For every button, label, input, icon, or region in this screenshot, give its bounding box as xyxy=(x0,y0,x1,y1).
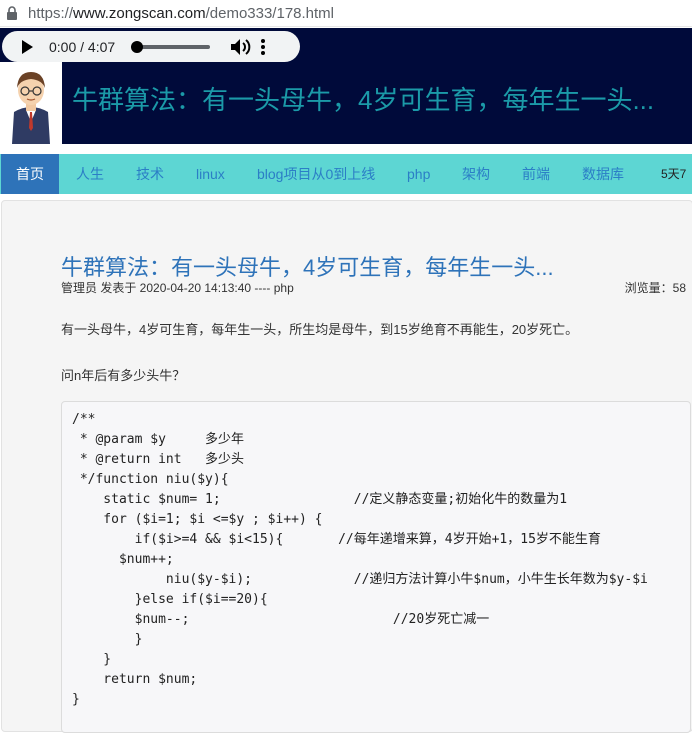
banner-title: 牛群算法：有一头母牛，4岁可生育，每年生一头... xyxy=(72,85,655,115)
code-line: for ($i=1; $i <=$y ; $i++) { xyxy=(72,512,323,527)
nav-item-php[interactable]: php xyxy=(407,154,430,194)
nav-side-text: 5天7 xyxy=(661,167,687,181)
nav-item-architecture[interactable]: 架构 xyxy=(462,154,490,194)
code-line: } xyxy=(72,632,143,647)
audio-time: 0:00 / 4:07 xyxy=(49,38,116,55)
nav-item-database[interactable]: 数据库 xyxy=(582,154,624,194)
nav-item-linux[interactable]: linux xyxy=(196,154,225,194)
code-line: }else if($i==20){ xyxy=(72,592,268,607)
main-nav: 首页 人生 技术 linux blog项目从0到上线 php 架构 前端 数据库… xyxy=(0,154,692,194)
url-text[interactable]: https://www.zongscan.com/demo333/178.htm… xyxy=(28,5,334,22)
url-prefix: https:// xyxy=(28,4,74,22)
code-line: } xyxy=(72,652,112,667)
article-meta: 管理员 发表于 2020-04-20 14:13:40 ---- php xyxy=(61,281,294,295)
nav-item-tech[interactable]: 技术 xyxy=(136,154,164,194)
address-bar[interactable]: https://www.zongscan.com/demo333/178.htm… xyxy=(0,0,692,27)
code-line: if($i>=4 && $i<15){ //每年递增来算，4岁开始+1，15岁不… xyxy=(72,532,601,547)
play-icon[interactable] xyxy=(22,39,33,54)
site-banner: 0:00 / 4:07 牛群算法：有一头母牛，4岁可生育，每年生一头... xyxy=(0,28,692,144)
volume-icon[interactable] xyxy=(230,38,252,56)
nav-item-frontend[interactable]: 前端 xyxy=(522,154,550,194)
code-line: * @param $y 多少年 xyxy=(72,432,245,447)
audio-progress-slider[interactable] xyxy=(131,40,211,53)
code-line: $num++; xyxy=(72,552,174,567)
nav-item-blog-project[interactable]: blog项目从0到上线 xyxy=(257,154,375,194)
url-domain: www.zongscan.com xyxy=(73,4,206,22)
more-options-icon[interactable] xyxy=(260,38,266,56)
code-line: $num--; //20岁死亡减一 xyxy=(72,612,490,627)
code-block[interactable]: /** * @param $y 多少年 * @return int 多少头 */… xyxy=(61,401,691,733)
lock-icon xyxy=(7,6,17,20)
view-count: 浏览量：58 xyxy=(624,281,686,295)
code-line: * @return int 多少头 xyxy=(72,452,245,467)
article-question: 问n年后有多少头牛？ xyxy=(61,368,186,383)
code-line: } xyxy=(72,692,80,707)
code-line: /** xyxy=(72,412,96,427)
audio-progress-thumb[interactable] xyxy=(131,40,144,53)
code-line: niu($y-$i); //递归方法计算小牛$num，小牛生长年数为$y-$i xyxy=(72,572,648,587)
nav-item-life[interactable]: 人生 xyxy=(76,154,104,194)
article-paragraph: 有一头母牛，4岁可生育，每年生一头，所生均是母牛，到15岁绝育不再能生，20岁死… xyxy=(61,322,579,337)
nav-item-home[interactable]: 首页 xyxy=(1,154,59,194)
avatar-image[interactable] xyxy=(0,62,62,144)
code-line: static $num= 1; //定义静态变量;初始化牛的数量为1 xyxy=(72,492,568,507)
code-line: return $num; xyxy=(72,672,198,687)
code-line: */function niu($y){ xyxy=(72,472,229,487)
url-path: /demo333/178.html xyxy=(205,4,335,22)
article-title[interactable]: 牛群算法：有一头母牛，4岁可生育，每年生一头... xyxy=(61,250,554,282)
audio-player[interactable]: 0:00 / 4:07 xyxy=(2,31,300,62)
